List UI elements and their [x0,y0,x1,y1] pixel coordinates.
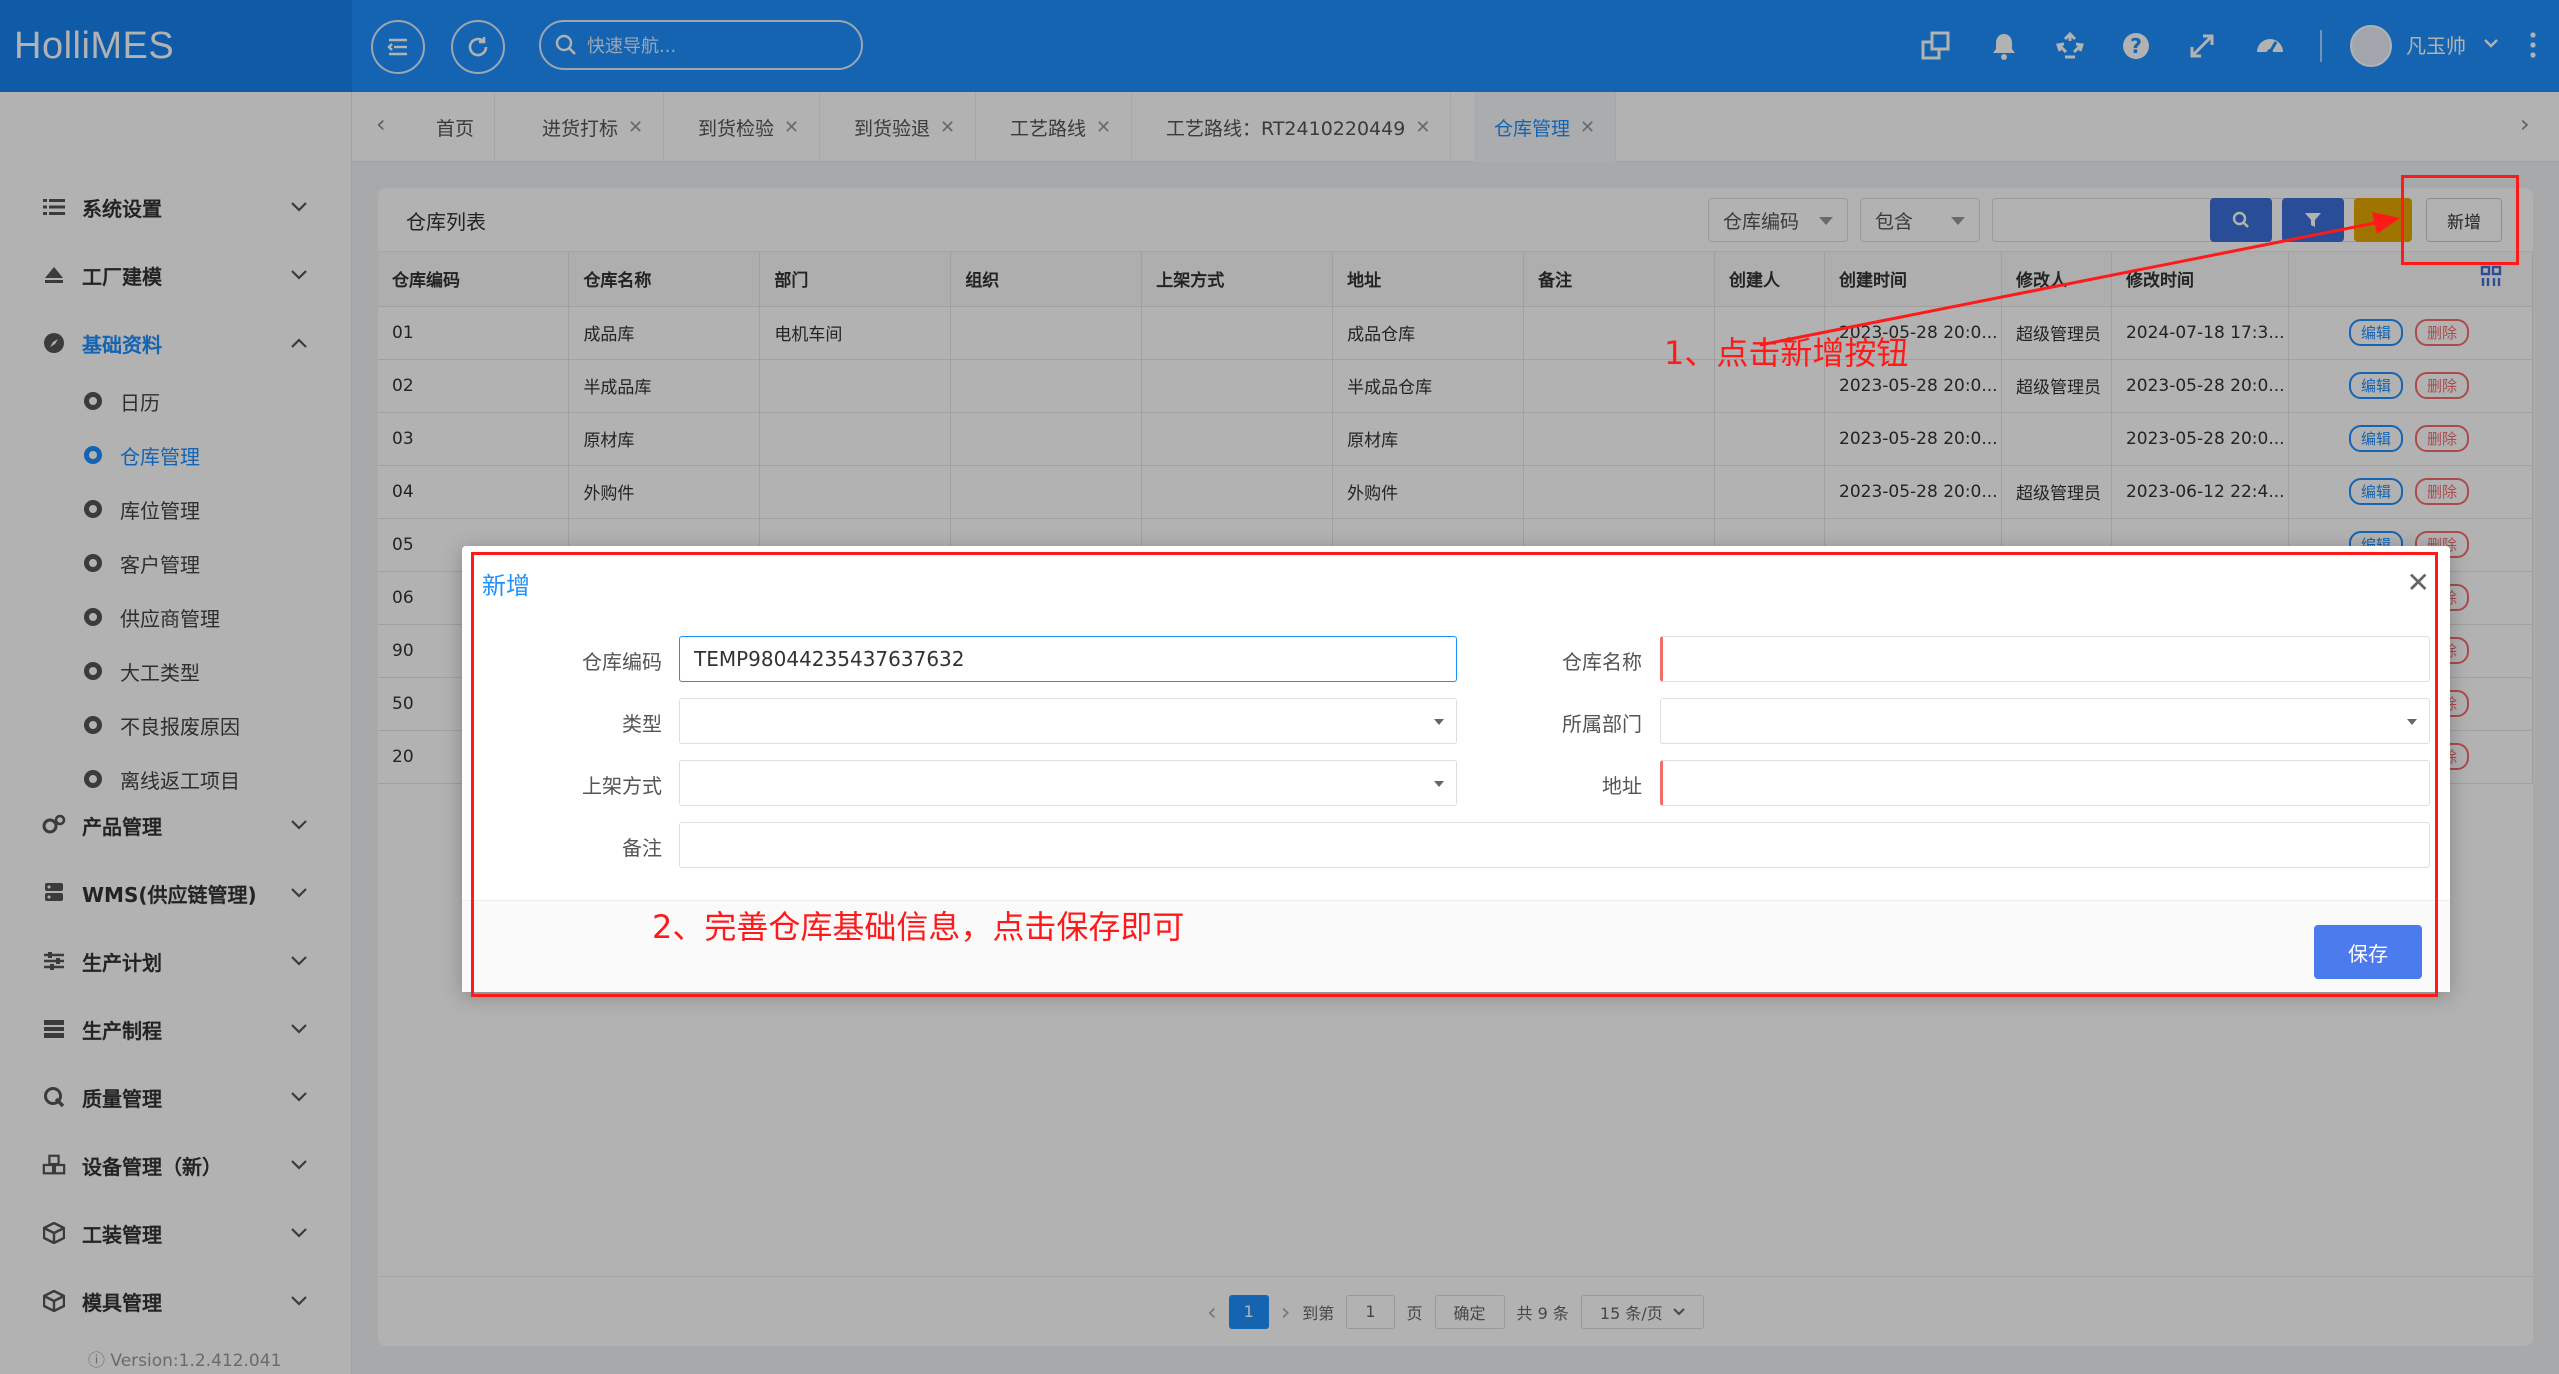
annotation-step2: 2、完善仓库基础信息，点击保存即可 [652,908,1185,946]
annotation-step1: 1、点击新增按钮 [1664,334,1909,372]
